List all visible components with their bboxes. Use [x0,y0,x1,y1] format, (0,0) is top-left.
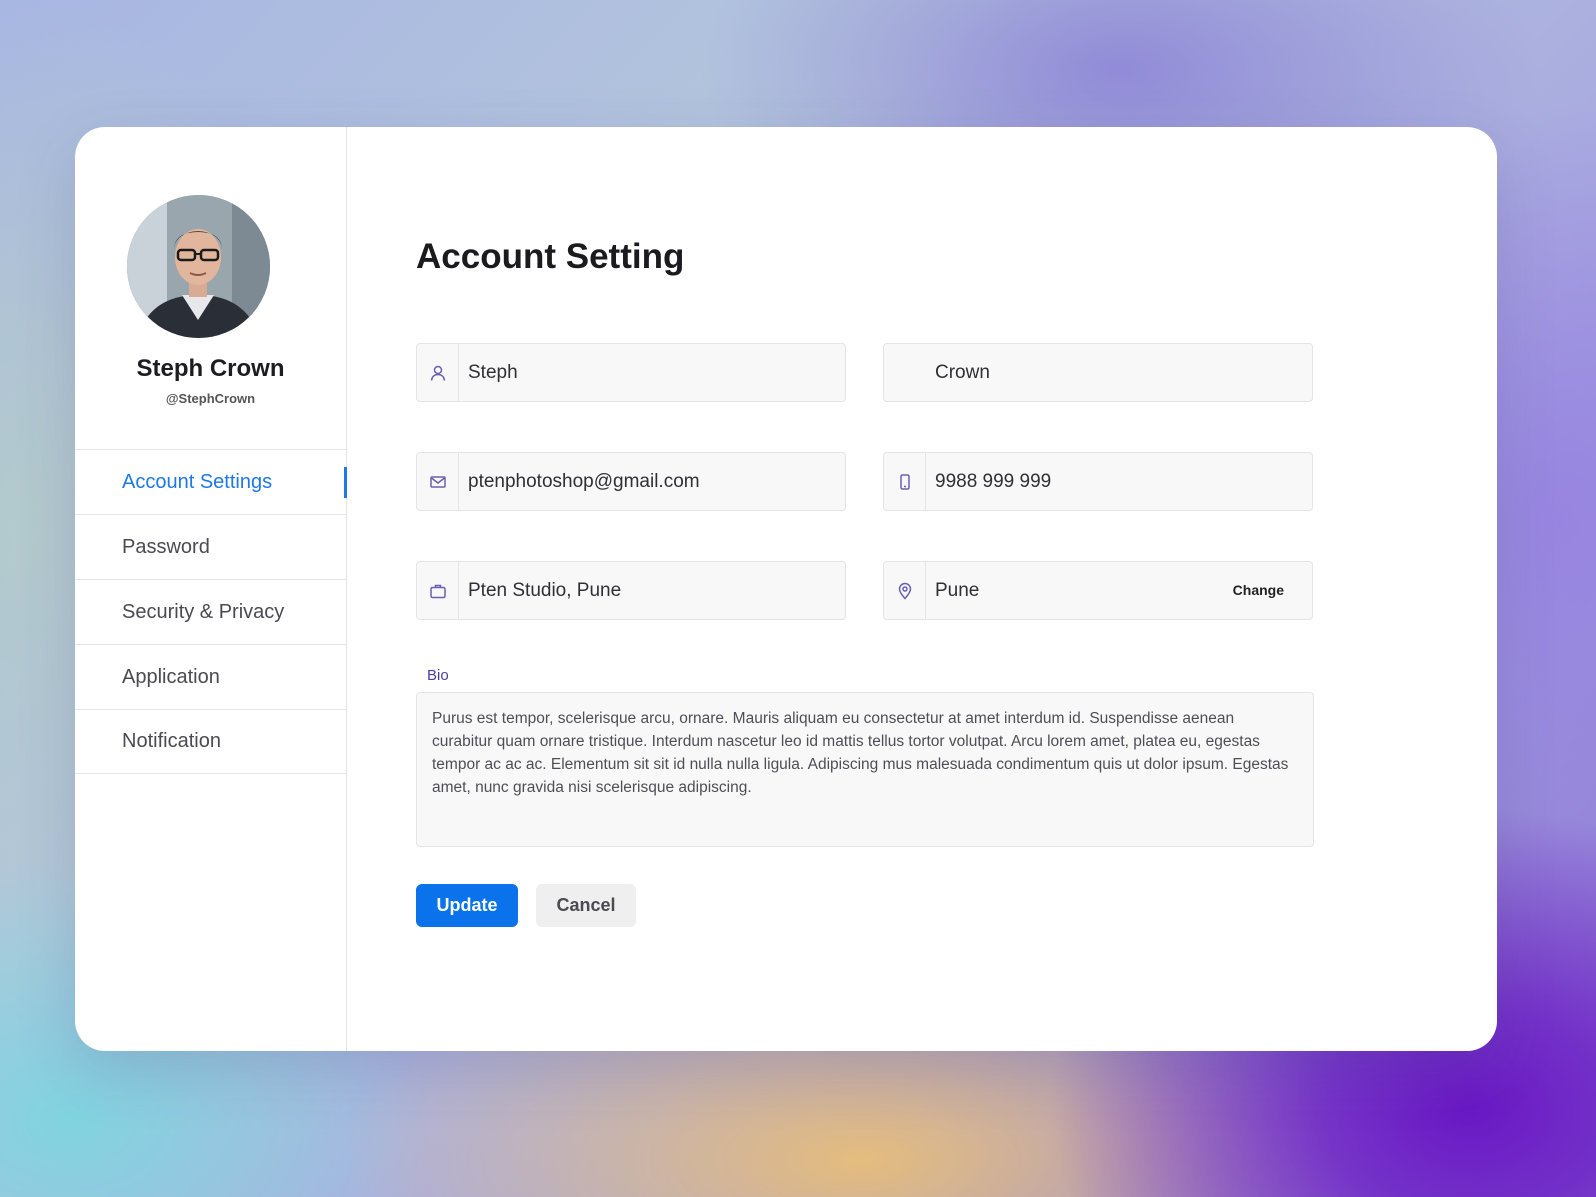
phone-value: 9988 999 999 [935,471,1052,492]
location-pin-icon [884,562,926,619]
location-field[interactable]: Pune Change [883,561,1313,620]
sidebar-item-password[interactable]: Password [75,514,346,579]
last-name-field[interactable]: Crown [883,343,1313,402]
page-title: Account Setting [416,237,685,276]
phone-icon [884,453,926,510]
mail-icon [417,453,459,510]
phone-field[interactable]: 9988 999 999 [883,452,1313,511]
update-button[interactable]: Update [416,884,518,927]
sidebar-item-notification[interactable]: Notification [75,709,346,774]
first-name-field[interactable]: Steph [416,343,846,402]
cancel-button[interactable]: Cancel [536,884,636,927]
email-field[interactable]: ptenphotoshop@gmail.com [416,452,846,511]
sidebar-nav: Account Settings Password Security & Pri… [75,449,347,774]
profile-name: Steph Crown [136,355,285,382]
main-content: Account Setting Steph Crown ptenphotosho… [347,127,1497,1051]
email-value: ptenphotoshop@gmail.com [468,471,700,492]
profile-handle: @StephCrown [165,391,256,406]
sidebar-item-account-settings[interactable]: Account Settings [75,449,347,514]
company-value: Pten Studio, Pune [468,580,622,601]
avatar-photo [127,195,270,338]
bio-textarea[interactable]: Purus est tempor, scelerisque arcu, orna… [416,692,1314,847]
sidebar-item-application[interactable]: Application [75,644,346,709]
last-name-value: Crown [935,362,990,383]
user-icon [417,344,459,401]
sidebar: Steph Crown @StephCrown Account Settings… [75,127,347,1051]
settings-card: Steph Crown @StephCrown Account Settings… [75,127,1497,1051]
company-field[interactable]: Pten Studio, Pune [416,561,846,620]
avatar [127,195,270,338]
location-value: Pune [935,580,980,601]
bio-label: Bio [427,667,449,684]
change-location-button[interactable]: Change [1233,562,1284,619]
sidebar-item-security-privacy[interactable]: Security & Privacy [75,579,346,644]
first-name-value: Steph [468,362,518,383]
briefcase-icon [417,562,459,619]
